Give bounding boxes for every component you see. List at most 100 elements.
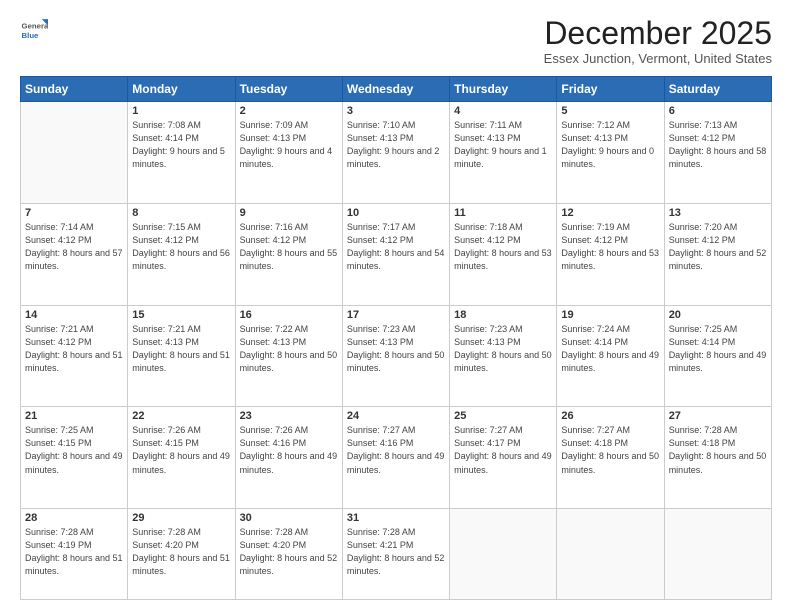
day-info: Sunrise: 7:10 AMSunset: 4:13 PMDaylight:… [347,119,445,171]
logo-icon: General Blue [20,16,48,44]
day-info: Sunrise: 7:17 AMSunset: 4:12 PMDaylight:… [347,221,445,273]
day-cell-4: 4 Sunrise: 7:11 AMSunset: 4:13 PMDaylight… [450,102,557,204]
day-number: 19 [561,309,659,321]
header: General Blue December 2025 Essex Junctio… [20,16,772,66]
day-number: 16 [240,309,338,321]
day-cell-18: 18 Sunrise: 7:23 AMSunset: 4:13 PMDayligh… [450,305,557,407]
empty-cell [557,509,664,600]
day-cell-8: 8Sunrise: 7:15 AMSunset: 4:12 PMDaylight… [128,203,235,305]
day-number: 29 [132,512,230,524]
day-info: Sunrise: 7:21 AMSunset: 4:13 PMDaylight:… [132,323,230,375]
day-number: 22 [132,410,230,422]
day-cell-5: 5 Sunrise: 7:12 AMSunset: 4:13 PMDaylight… [557,102,664,204]
day-info: Sunrise: 7:28 AMSunset: 4:18 PMDaylight:… [669,424,767,476]
weekday-header-sunday: Sunday [21,77,128,102]
location: Essex Junction, Vermont, United States [544,51,772,66]
day-cell-15: 15 Sunrise: 7:21 AMSunset: 4:13 PMDayligh… [128,305,235,407]
day-number: 21 [25,410,123,422]
day-cell-19: 19 Sunrise: 7:24 AMSunset: 4:14 PMDayligh… [557,305,664,407]
week-row-1: 1 Sunrise: 7:08 AMSunset: 4:14 PMDaylight… [21,102,772,204]
day-cell-17: 17 Sunrise: 7:23 AMSunset: 4:13 PMDayligh… [342,305,449,407]
day-number: 26 [561,410,659,422]
day-info: Sunrise: 7:22 AMSunset: 4:13 PMDaylight:… [240,323,338,375]
day-cell-7: 7Sunrise: 7:14 AMSunset: 4:12 PMDaylight… [21,203,128,305]
svg-text:Blue: Blue [22,31,40,40]
day-info: Sunrise: 7:11 AMSunset: 4:13 PMDaylight:… [454,119,552,171]
svg-text:General: General [22,21,48,30]
day-info: Sunrise: 7:08 AMSunset: 4:14 PMDaylight:… [132,119,230,171]
day-number: 1 [132,105,230,117]
day-info: Sunrise: 7:21 AMSunset: 4:12 PMDaylight:… [25,323,123,375]
logo: General Blue [20,16,48,44]
day-cell-23: 23 Sunrise: 7:26 AMSunset: 4:16 PMDayligh… [235,407,342,509]
day-info: Sunrise: 7:25 AMSunset: 4:14 PMDaylight:… [669,323,767,375]
empty-cell [450,509,557,600]
day-cell-28: 28Sunrise: 7:28 AMSunset: 4:19 PMDayligh… [21,509,128,600]
weekday-header-thursday: Thursday [450,77,557,102]
day-cell-13: 13 Sunrise: 7:20 AMSunset: 4:12 PMDayligh… [664,203,771,305]
day-cell-26: 26Sunrise: 7:27 AMSunset: 4:18 PMDayligh… [557,407,664,509]
day-number: 11 [454,207,552,219]
day-number: 14 [25,309,123,321]
day-info: Sunrise: 7:27 AMSunset: 4:16 PMDaylight:… [347,424,445,476]
day-cell-31: 31 Sunrise: 7:28 AMSunset: 4:21 PMDayligh… [342,509,449,600]
day-cell-30: 30Sunrise: 7:28 AMSunset: 4:20 PMDayligh… [235,509,342,600]
day-number: 24 [347,410,445,422]
day-info: Sunrise: 7:20 AMSunset: 4:12 PMDaylight:… [669,221,767,273]
day-cell-1: 1 Sunrise: 7:08 AMSunset: 4:14 PMDaylight… [128,102,235,204]
week-row-3: 14 Sunrise: 7:21 AMSunset: 4:12 PMDayligh… [21,305,772,407]
day-cell-12: 12 Sunrise: 7:19 AMSunset: 4:12 PMDayligh… [557,203,664,305]
weekday-header-monday: Monday [128,77,235,102]
week-row-2: 7Sunrise: 7:14 AMSunset: 4:12 PMDaylight… [21,203,772,305]
day-info: Sunrise: 7:19 AMSunset: 4:12 PMDaylight:… [561,221,659,273]
day-info: Sunrise: 7:26 AMSunset: 4:16 PMDaylight:… [240,424,338,476]
day-info: Sunrise: 7:28 AMSunset: 4:20 PMDaylight:… [240,526,338,578]
weekday-header-friday: Friday [557,77,664,102]
day-info: Sunrise: 7:24 AMSunset: 4:14 PMDaylight:… [561,323,659,375]
day-cell-20: 20 Sunrise: 7:25 AMSunset: 4:14 PMDayligh… [664,305,771,407]
day-number: 20 [669,309,767,321]
day-cell-21: 21 Sunrise: 7:25 AMSunset: 4:15 PMDayligh… [21,407,128,509]
day-cell-3: 3Sunrise: 7:10 AMSunset: 4:13 PMDaylight… [342,102,449,204]
day-cell-6: 6 Sunrise: 7:13 AMSunset: 4:12 PMDaylight… [664,102,771,204]
day-number: 17 [347,309,445,321]
day-info: Sunrise: 7:14 AMSunset: 4:12 PMDaylight:… [25,221,123,273]
day-cell-10: 10Sunrise: 7:17 AMSunset: 4:12 PMDayligh… [342,203,449,305]
day-number: 6 [669,105,767,117]
day-number: 4 [454,105,552,117]
day-info: Sunrise: 7:26 AMSunset: 4:15 PMDaylight:… [132,424,230,476]
day-number: 9 [240,207,338,219]
weekday-header-row: SundayMondayTuesdayWednesdayThursdayFrid… [21,77,772,102]
empty-cell [664,509,771,600]
day-info: Sunrise: 7:28 AMSunset: 4:21 PMDaylight:… [347,526,445,578]
day-cell-16: 16 Sunrise: 7:22 AMSunset: 4:13 PMDayligh… [235,305,342,407]
day-number: 15 [132,309,230,321]
day-number: 13 [669,207,767,219]
day-number: 5 [561,105,659,117]
day-info: Sunrise: 7:23 AMSunset: 4:13 PMDaylight:… [454,323,552,375]
week-row-4: 21 Sunrise: 7:25 AMSunset: 4:15 PMDayligh… [21,407,772,509]
day-info: Sunrise: 7:23 AMSunset: 4:13 PMDaylight:… [347,323,445,375]
day-number: 25 [454,410,552,422]
day-number: 12 [561,207,659,219]
day-info: Sunrise: 7:28 AMSunset: 4:19 PMDaylight:… [25,526,123,578]
day-info: Sunrise: 7:25 AMSunset: 4:15 PMDaylight:… [25,424,123,476]
calendar-table: SundayMondayTuesdayWednesdayThursdayFrid… [20,76,772,600]
day-number: 31 [347,512,445,524]
weekday-header-tuesday: Tuesday [235,77,342,102]
day-number: 18 [454,309,552,321]
title-block: December 2025 Essex Junction, Vermont, U… [544,16,772,66]
day-cell-22: 22 Sunrise: 7:26 AMSunset: 4:15 PMDayligh… [128,407,235,509]
day-info: Sunrise: 7:28 AMSunset: 4:20 PMDaylight:… [132,526,230,578]
day-number: 8 [132,207,230,219]
day-cell-2: 2Sunrise: 7:09 AMSunset: 4:13 PMDaylight… [235,102,342,204]
day-number: 23 [240,410,338,422]
month-title: December 2025 [544,16,772,51]
weekday-header-wednesday: Wednesday [342,77,449,102]
day-info: Sunrise: 7:13 AMSunset: 4:12 PMDaylight:… [669,119,767,171]
day-cell-29: 29 Sunrise: 7:28 AMSunset: 4:20 PMDayligh… [128,509,235,600]
day-info: Sunrise: 7:16 AMSunset: 4:12 PMDaylight:… [240,221,338,273]
day-info: Sunrise: 7:12 AMSunset: 4:13 PMDaylight:… [561,119,659,171]
day-cell-11: 11Sunrise: 7:18 AMSunset: 4:12 PMDayligh… [450,203,557,305]
page: General Blue December 2025 Essex Junctio… [0,0,792,612]
